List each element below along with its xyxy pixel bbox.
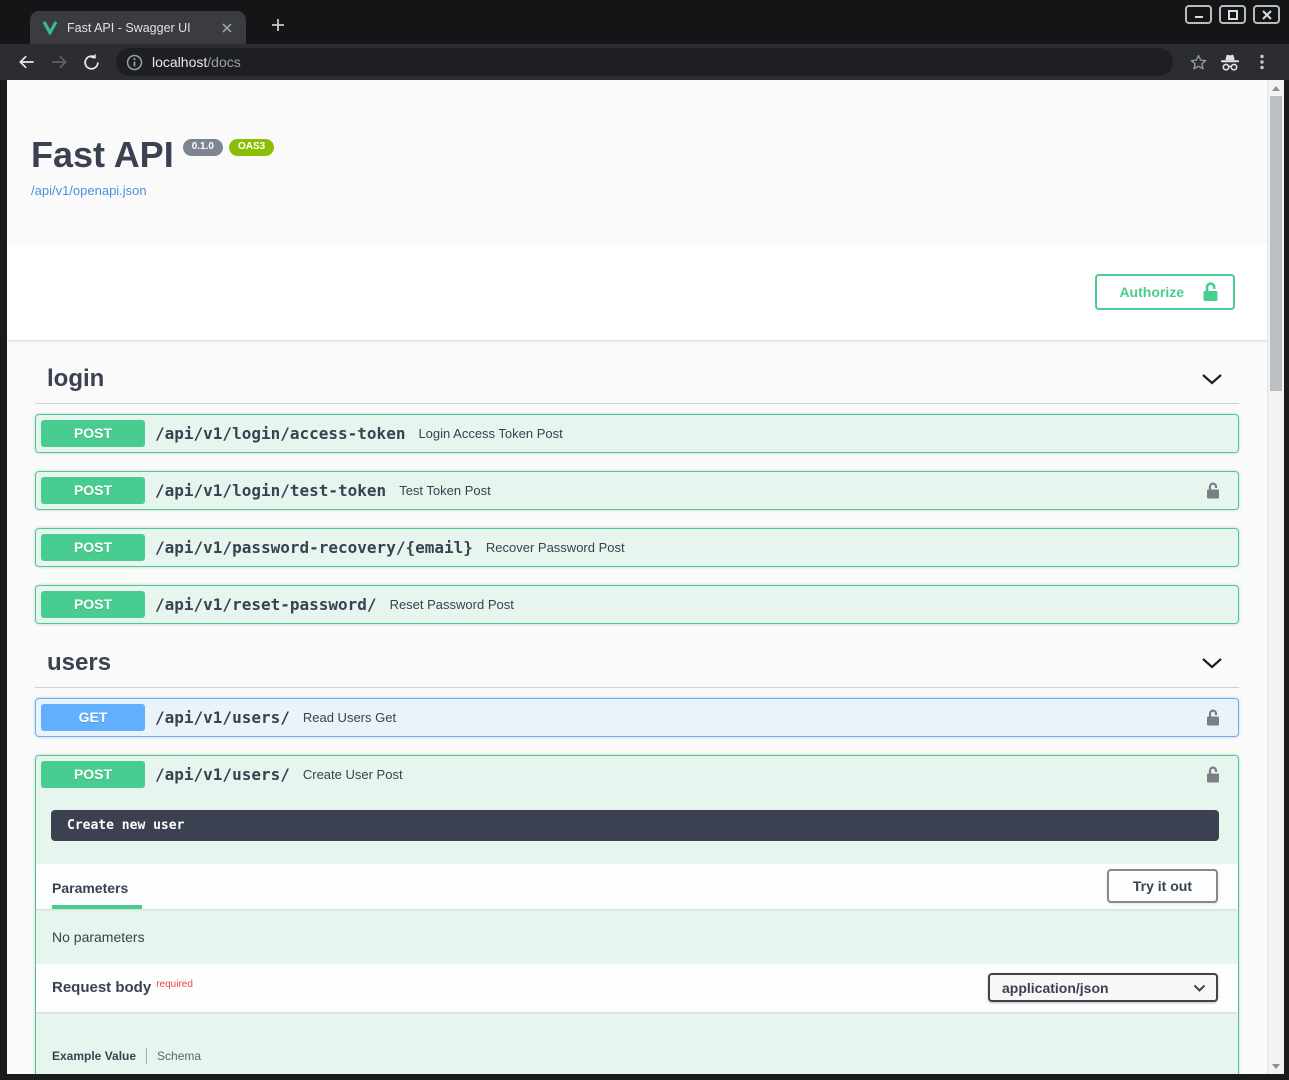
try-it-out-button[interactable]: Try it out <box>1107 869 1218 903</box>
request-body-header: Request body required application/json <box>36 964 1238 1012</box>
select-chevron-icon <box>1193 984 1206 992</box>
op-summary-text: Login Access Token Post <box>418 426 1233 441</box>
tab-schema[interactable]: Schema <box>147 1049 201 1063</box>
swagger-page: Fast API 0.1.0 OAS3 /api/v1/openapi.json… <box>7 80 1267 1074</box>
forward-icon[interactable] <box>44 47 74 77</box>
authorize-button[interactable]: Authorize <box>1095 274 1235 310</box>
url-host: localhost <box>152 54 207 70</box>
version-badge: 0.1.0 <box>183 139 223 156</box>
tag-name: login <box>47 365 104 393</box>
method-badge: POST <box>41 420 145 447</box>
method-badge: POST <box>41 591 145 618</box>
incognito-icon <box>1215 47 1245 77</box>
opblock-login-access-token: POST /api/v1/login/access-token Login Ac… <box>35 414 1239 453</box>
op-summary-text: Create User Post <box>303 767 1206 782</box>
method-badge: POST <box>41 477 145 504</box>
scroll-down-icon[interactable] <box>1268 1059 1284 1073</box>
close-button[interactable] <box>1253 5 1280 24</box>
opblock-reset-password: POST /api/v1/reset-password/ Reset Passw… <box>35 585 1239 624</box>
method-badge: POST <box>41 534 145 561</box>
opblock-summary[interactable]: POST /api/v1/login/access-token Login Ac… <box>36 415 1238 452</box>
browser-tab[interactable]: Fast API - Swagger UI <box>30 11 246 44</box>
no-parameters-text: No parameters <box>36 909 1238 964</box>
scrollbar-thumb[interactable] <box>1270 96 1282 391</box>
browser-window: Fast API - Swagger UI <box>0 0 1289 1080</box>
op-path: /api/v1/password-recovery/{email} <box>155 538 473 557</box>
browser-toolbar: localhost/docs <box>0 44 1289 80</box>
page-viewport: Fast API 0.1.0 OAS3 /api/v1/openapi.json… <box>7 80 1284 1074</box>
api-title-row: Fast API 0.1.0 OAS3 <box>31 135 1243 175</box>
op-path: /api/v1/users/ <box>155 708 290 727</box>
titlebar: Fast API - Swagger UI <box>0 0 1289 44</box>
badges: 0.1.0 OAS3 <box>183 139 274 156</box>
opblock-summary[interactable]: POST /api/v1/users/ Create User Post <box>36 756 1238 793</box>
bookmark-star-icon[interactable] <box>1183 47 1213 77</box>
site-info-icon[interactable] <box>126 54 143 71</box>
op-description: Create new user <box>51 810 1219 841</box>
openapi-spec-link[interactable]: /api/v1/openapi.json <box>31 183 147 198</box>
model-example-tabs: Example Value Schema <box>36 1012 1238 1064</box>
auth-wrapper: Authorize <box>7 274 1267 310</box>
tab-parameters[interactable]: Parameters <box>52 880 142 909</box>
opblock-login-test-token: POST /api/v1/login/test-token Test Token… <box>35 471 1239 510</box>
op-summary-text: Test Token Post <box>399 483 1206 498</box>
request-body-label: Request body <box>52 979 151 996</box>
op-summary-text: Recover Password Post <box>486 540 1233 555</box>
tag-header-login[interactable]: login <box>35 365 1239 404</box>
authorize-label: Authorize <box>1119 284 1184 300</box>
tag-header-users[interactable]: users <box>35 649 1239 688</box>
opblock-create-user: POST /api/v1/users/ Create User Post Cre… <box>35 755 1239 1074</box>
method-badge: GET <box>41 704 145 731</box>
scroll-up-icon[interactable] <box>1268 81 1284 95</box>
window-controls <box>1185 5 1280 24</box>
page-title: Fast API <box>31 135 174 175</box>
op-path: /api/v1/reset-password/ <box>155 595 377 614</box>
opblock-password-recovery: POST /api/v1/password-recovery/{email} R… <box>35 528 1239 567</box>
window-frame: Fast API 0.1.0 OAS3 /api/v1/openapi.json… <box>0 80 1289 1080</box>
op-summary-text: Reset Password Post <box>390 597 1233 612</box>
unlocked-padlock-icon <box>1202 282 1219 302</box>
address-bar[interactable]: localhost/docs <box>116 48 1173 76</box>
media-type-select[interactable]: application/json <box>988 973 1218 1002</box>
op-path: /api/v1/users/ <box>155 765 290 784</box>
browser-menu-icon[interactable] <box>1247 47 1277 77</box>
chevron-down-icon[interactable] <box>1201 373 1223 385</box>
new-tab-button[interactable] <box>266 13 290 37</box>
required-flag: required <box>156 979 193 990</box>
request-body-label-wrap: Request body required <box>52 979 193 997</box>
opblock-summary[interactable]: GET /api/v1/users/ Read Users Get <box>36 699 1238 736</box>
op-path: /api/v1/login/test-token <box>155 481 386 500</box>
opblock-summary[interactable]: POST /api/v1/password-recovery/{email} R… <box>36 529 1238 566</box>
oas3-badge: OAS3 <box>229 139 274 156</box>
op-summary-text: Read Users Get <box>303 710 1206 725</box>
back-icon[interactable] <box>12 47 42 77</box>
parameters-header: Parameters Try it out <box>36 864 1238 909</box>
method-badge: POST <box>41 761 145 788</box>
url-text[interactable]: localhost/docs <box>152 54 241 70</box>
reload-icon[interactable] <box>76 47 106 77</box>
url-path: /docs <box>207 54 240 70</box>
tag-name: users <box>47 649 111 677</box>
op-path: /api/v1/login/access-token <box>155 424 405 443</box>
scheme-container: Authorize <box>7 244 1267 340</box>
tab-example-value[interactable]: Example Value <box>52 1049 146 1063</box>
operations-list: login POST /api/v1/login/access-token Lo… <box>7 365 1267 1074</box>
chevron-down-icon[interactable] <box>1201 657 1223 669</box>
tab-title: Fast API - Swagger UI <box>67 21 209 35</box>
opblock-summary[interactable]: POST /api/v1/login/test-token Test Token… <box>36 472 1238 509</box>
auth-lock-icon[interactable] <box>1206 482 1220 499</box>
opblock-read-users: GET /api/v1/users/ Read Users Get <box>35 698 1239 737</box>
maximize-button[interactable] <box>1219 5 1246 24</box>
auth-lock-icon[interactable] <box>1206 709 1220 726</box>
minimize-button[interactable] <box>1185 5 1212 24</box>
page-scrollbar[interactable] <box>1267 80 1284 1074</box>
opblock-summary[interactable]: POST /api/v1/reset-password/ Reset Passw… <box>36 586 1238 623</box>
auth-lock-icon[interactable] <box>1206 766 1220 783</box>
favicon-icon <box>42 20 58 35</box>
api-info: Fast API 0.1.0 OAS3 /api/v1/openapi.json <box>7 80 1267 200</box>
tab-close-icon[interactable] <box>218 19 236 37</box>
media-type-value: application/json <box>1002 980 1109 996</box>
